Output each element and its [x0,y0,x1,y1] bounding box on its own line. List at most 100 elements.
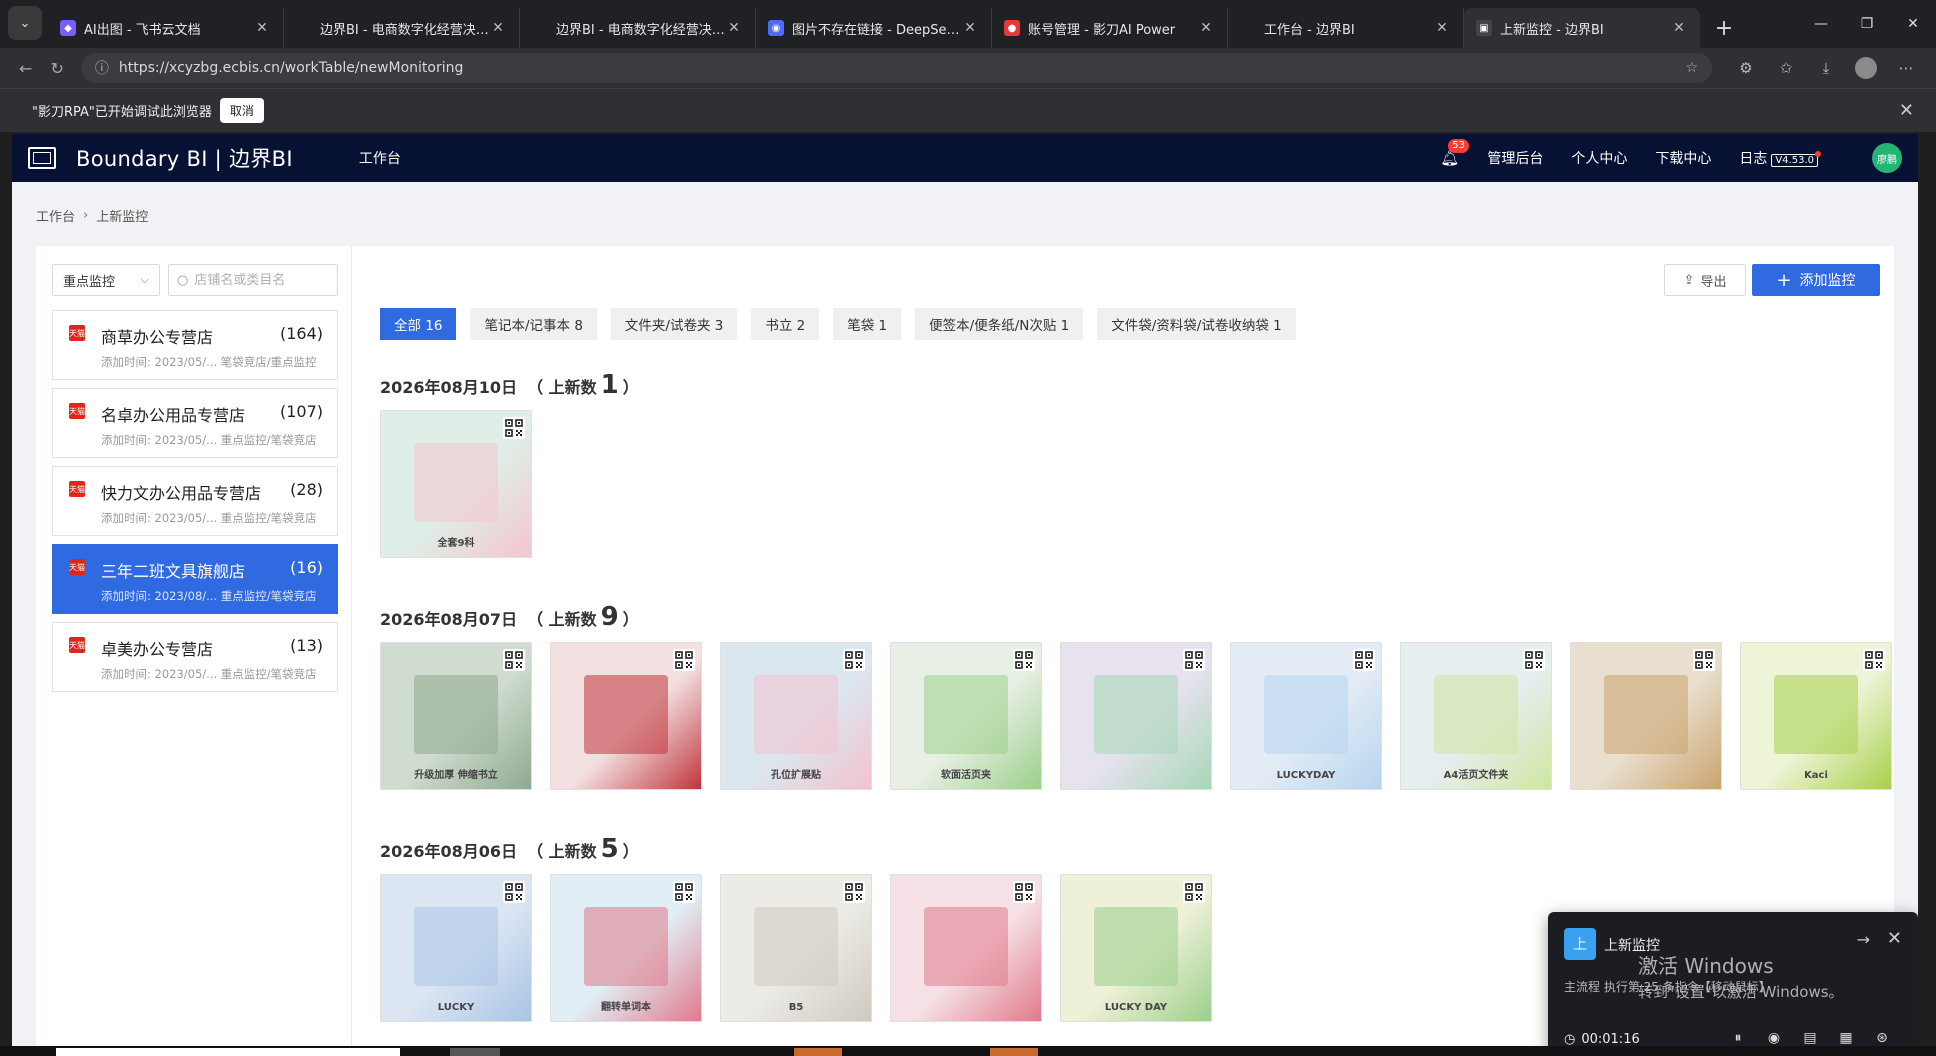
category-tab[interactable]: 笔记本/记事本 8 [470,308,597,340]
qr-code-icon[interactable] [503,649,525,671]
header-link-download[interactable]: 下载中心 [1655,148,1711,168]
qr-code-icon[interactable] [1863,649,1885,671]
more-menu-icon[interactable]: ⋯ [1886,59,1926,77]
header-link-admin[interactable]: 管理后台 [1487,148,1543,168]
browser-tab[interactable]: ▣ 上新监控 - 边界BI ✕ [1464,8,1700,48]
product-thumbnail[interactable]: B5 [720,874,872,1022]
qr-code-icon[interactable] [503,417,525,439]
product-thumbnail[interactable]: A4活页文件夹 [1400,642,1552,790]
category-tab[interactable]: 全部 16 [380,308,457,340]
browser-toolbar: ⚙ ✩ ⤓ ⋯ [1726,57,1926,79]
product-thumbnail[interactable] [1570,642,1722,790]
taskbar-item[interactable] [56,1048,400,1056]
category-tab[interactable]: 便签本/便条纸/N次贴 1 [915,308,1084,340]
product-thumbnail[interactable] [550,642,702,790]
store-list-item[interactable]: 天猫 三年二班文具旗舰店 (16) 添加时间: 2023/08/... 重点监控/笔袋… [52,544,338,614]
monitor-type-select[interactable]: 重点监控 ⌵ [52,264,160,296]
add-monitor-button[interactable]: + 添加监控 [1752,264,1880,296]
product-thumbnail[interactable]: 翻转单词本 [550,874,702,1022]
qr-code-icon[interactable] [1013,649,1035,671]
store-list-item[interactable]: 天猫 名卓办公用品专营店 (107) 添加时间: 2023/05/... 重点监控/笔… [52,388,338,458]
close-window-icon[interactable]: ✕ [1890,16,1936,32]
infobar-close-icon[interactable]: ✕ [1899,100,1914,121]
stop-icon[interactable]: ◉ [1756,1030,1792,1046]
tab-close-icon[interactable]: ✕ [725,20,743,36]
tab-close-icon[interactable]: ✕ [1197,20,1215,36]
qr-code-icon[interactable] [1183,881,1205,903]
qr-code-icon[interactable] [843,649,865,671]
restore-icon[interactable]: ❐ [1844,16,1890,32]
back-arrow-icon[interactable]: ← [10,59,41,78]
site-info-icon[interactable]: ⓘ [95,58,109,78]
browser-tab[interactable]: 工作台 - 边界BI ✕ [1228,8,1464,48]
qr-code-icon[interactable] [1183,649,1205,671]
tab-close-icon[interactable]: ✕ [961,20,979,36]
product-thumbnail[interactable]: 软面活页夹 [890,642,1042,790]
store-list-item[interactable]: 天猫 卓美办公专营店 (13) 添加时间: 2023/05/... 重点监控/笔袋竞店 [52,622,338,692]
extensions-icon[interactable]: ⚙ [1726,59,1766,77]
product-thumbnail[interactable]: 升级加厚 伸缩书立 [380,642,532,790]
browser-tab[interactable]: ◆ AI出图 - 飞书云文档 ✕ [48,8,284,48]
tab-title: 账号管理 - 影刀AI Power [1028,22,1176,38]
header-link-log[interactable]: 日志 V4.53.0 [1739,148,1821,168]
store-search-input[interactable] [194,272,335,288]
product-thumbnail[interactable]: LUCKYDAY [1230,642,1382,790]
tab-close-icon[interactable]: ✕ [253,20,271,36]
favorites-icon[interactable]: ✩ [1766,59,1806,77]
notification-bell-icon[interactable]: 🔔︎ 53 [1440,139,1470,167]
tab-close-icon[interactable]: ✕ [1670,20,1688,36]
brand-logo-icon[interactable] [28,147,56,169]
tab-list-chevron-icon[interactable]: ⌄ [8,6,42,40]
product-thumbnail[interactable]: 孔位扩展贴 [720,642,872,790]
browser-tab[interactable]: 边界BI - 电商数字化经营决策系统✕ [520,8,756,48]
url-field[interactable]: ⓘ https://xcyzbg.ecbis.cn/workTable/newM… [80,53,1712,83]
product-thumbnail[interactable]: LUCKY DAY [1060,874,1212,1022]
header-link-profile[interactable]: 个人中心 [1571,148,1627,168]
qr-code-icon[interactable] [843,881,865,903]
breadcrumb-home[interactable]: 工作台 [36,206,75,225]
log-document-icon[interactable]: ▤ [1792,1030,1828,1046]
settings-icon[interactable]: ⊛ [1864,1030,1900,1046]
tab-close-icon[interactable]: ✕ [489,20,507,36]
qr-code-icon[interactable] [503,881,525,903]
browser-tab[interactable]: ◉ 图片不存在链接 - DeepSeek ✕ [756,8,992,48]
qr-code-icon[interactable] [1523,649,1545,671]
taskbar-item[interactable] [450,1048,500,1056]
downloads-icon[interactable]: ⤓ [1806,59,1846,77]
new-tab-plus-icon[interactable]: + [1708,12,1740,44]
store-list-item[interactable]: 天猫 快力文办公用品专营店 (28) 添加时间: 2023/05/... 重点监控/笔… [52,466,338,536]
widget-close-icon[interactable]: ✕ [1887,928,1902,949]
open-arrow-icon[interactable]: → [1857,930,1870,949]
pause-icon[interactable]: ⏸ [1720,1030,1756,1046]
product-thumbnail[interactable]: 全套9科 [380,410,532,558]
qr-code-icon[interactable] [673,649,695,671]
category-tab[interactable]: 书立 2 [751,308,820,340]
export-button[interactable]: ⇪ 导出 [1664,264,1746,296]
taskbar-item[interactable] [990,1048,1038,1056]
infobar-cancel-button[interactable]: 取消 [219,98,264,123]
qr-code-icon[interactable] [1013,881,1035,903]
category-tab[interactable]: 文件袋/资料袋/试卷收纳袋 1 [1097,308,1296,340]
store-list-item[interactable]: 天猫 商草办公专营店 (164) 添加时间: 2023/05/... 笔袋竞店/重点监… [52,310,338,380]
taskbar-item[interactable] [794,1048,842,1056]
nav-workbench[interactable]: 工作台 [359,148,401,168]
browser-tab[interactable]: ● 账号管理 - 影刀AI Power ✕ [992,8,1228,48]
category-tab[interactable]: 笔袋 1 [833,308,902,340]
bookmark-star-icon[interactable]: ☆ [1685,60,1698,76]
minimize-icon[interactable]: — [1798,16,1844,32]
product-thumbnail[interactable] [1060,642,1212,790]
tab-close-icon[interactable]: ✕ [1433,20,1451,36]
product-thumbnail[interactable] [890,874,1042,1022]
category-tab[interactable]: 文件夹/试卷夹 3 [610,308,738,340]
qr-code-icon[interactable] [673,881,695,903]
brand-name[interactable]: Boundary BI | 边界BI [76,143,293,173]
browser-tab[interactable]: 边界BI - 电商数字化经营决策系统✕ [284,8,520,48]
product-thumbnail[interactable]: LUCKY [380,874,532,1022]
user-avatar[interactable]: 廖鹏 [1872,143,1902,173]
table-icon[interactable]: ▦ [1828,1030,1864,1046]
reload-icon[interactable]: ↻ [41,59,72,78]
profile-avatar-icon[interactable] [1855,57,1877,79]
qr-code-icon[interactable] [1693,649,1715,671]
product-thumbnail[interactable]: Kaci [1740,642,1892,790]
qr-code-icon[interactable] [1353,649,1375,671]
